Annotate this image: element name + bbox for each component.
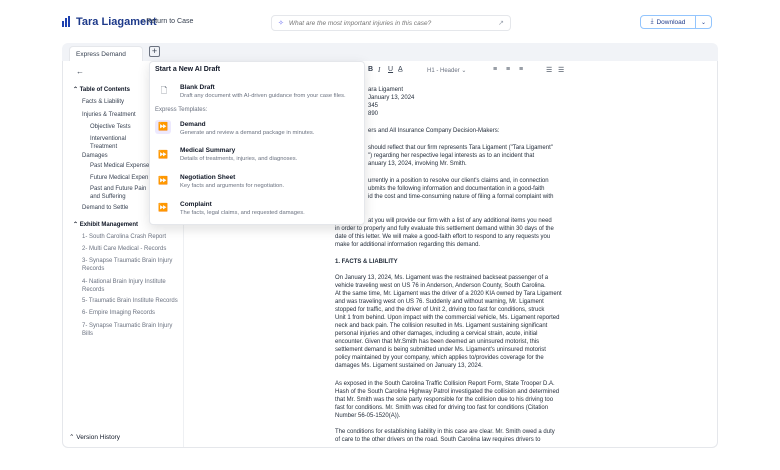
toc-item-pain-suffering[interactable]: Past and Future Pain and Suffering xyxy=(90,185,152,201)
toc-item-damages[interactable]: Damages xyxy=(82,153,108,159)
download-button-group[interactable]: ⤓ Download ⌄ xyxy=(640,15,712,29)
paragraph-line: Number 56-05-1520(A)). xyxy=(335,413,401,419)
align-center-icon[interactable]: ≡ xyxy=(506,66,510,73)
exhibit-item[interactable]: 2- Multi Care Medical - Records xyxy=(82,246,166,252)
template-negotiation-sheet[interactable]: Negotiation Sheet xyxy=(180,174,235,181)
toc-item-past-medical[interactable]: Past Medical Expense xyxy=(90,163,149,169)
chevron-down-icon[interactable]: ⌄ xyxy=(695,16,711,28)
download-button[interactable]: ⤓ Download xyxy=(641,16,695,28)
template-desc: Generate and review a demand package in … xyxy=(180,130,315,136)
italic-button[interactable]: I xyxy=(378,66,380,74)
exhibit-item[interactable]: 1- South Carolina Crash Report xyxy=(82,234,166,240)
toc-item-injuries[interactable]: Injuries & Treatment xyxy=(82,112,136,118)
letter-line: 890 xyxy=(368,111,379,117)
template-desc: Key facts and arguments for negotiation. xyxy=(180,183,285,189)
ai-search-bar[interactable]: ✧ ↗ xyxy=(271,15,511,31)
exhibit-item[interactable]: 4- National Brain Injury Institute Recor… xyxy=(82,278,177,294)
align-left-icon[interactable]: ≡ xyxy=(493,66,497,73)
top-bar: Tara Liagament ‹ Return to Case ✧ ↗ ⤓Dow… xyxy=(0,0,780,44)
section-heading: 1. FACTS & LIABILITY xyxy=(335,259,398,265)
salutation: ers and All Insurance Company Decision-M… xyxy=(368,128,500,134)
tab-bar xyxy=(62,43,718,61)
exhibit-toggle[interactable]: ⌃ Exhibit Management xyxy=(73,221,138,228)
bullet-list-icon[interactable]: ☰ xyxy=(546,66,552,74)
exhibit-item[interactable]: 5- Traumatic Brain Institute Records xyxy=(82,298,178,304)
text-color-icon[interactable]: A̲ xyxy=(398,66,403,73)
logo-icon xyxy=(62,16,71,27)
underline-button[interactable]: U xyxy=(388,66,393,73)
heading-style-select[interactable]: H1 - Header ⌄ xyxy=(427,67,466,74)
download-icon: ⤓ xyxy=(650,18,654,25)
template-desc: Details of treatments, injuries, and dia… xyxy=(180,156,298,162)
version-history-toggle[interactable]: ⌃ Version History xyxy=(69,433,120,441)
toc-toggle[interactable]: ⌃ Table of Contents xyxy=(73,86,130,93)
template-demand[interactable]: Demand xyxy=(180,121,206,128)
add-draft-button[interactable]: + xyxy=(149,46,160,57)
fast-forward-icon: ⏩ xyxy=(158,176,168,185)
external-link-icon[interactable]: ↗ xyxy=(498,19,504,27)
paragraph-line: of care to the other drivers on the road… xyxy=(335,437,541,443)
exhibit-item[interactable]: 3- Synapse Traumatic Brain Injury Record… xyxy=(82,257,174,273)
sparkle-icon: ✧ xyxy=(278,20,284,27)
template-desc: The facts, legal claims, and requested d… xyxy=(180,210,305,216)
return-to-case-link[interactable]: ‹ Return to Case xyxy=(142,18,193,25)
menu-title: Start a New AI Draft xyxy=(155,66,221,73)
template-complaint[interactable]: Complaint xyxy=(180,201,212,208)
paragraph-line: id the cost and time-consuming nature of… xyxy=(368,194,554,200)
paragraph-line: anuary 13, 2024, involving Mr. Smith. xyxy=(368,161,467,167)
bold-button[interactable]: B xyxy=(368,66,373,73)
fast-forward-icon: ⏩ xyxy=(158,150,168,159)
toc-item-demand-settle[interactable]: Demand to Settle xyxy=(82,205,128,211)
blank-draft-desc: Draft any document with AI-driven guidan… xyxy=(180,93,346,99)
exhibit-item[interactable]: 6- Empire Imaging Records xyxy=(82,310,155,316)
fast-forward-icon: ⏩ xyxy=(158,203,168,212)
fast-forward-icon: ⏩ xyxy=(158,122,168,131)
paragraph-line: make for additional information regardin… xyxy=(335,242,481,248)
collapse-sidebar-icon[interactable]: ← xyxy=(76,67,84,76)
toc-item-interventional[interactable]: Interventional Treatment xyxy=(90,135,145,151)
editor-toolbar: B I U A̲ H1 - Header ⌄ ≡ ≡ ≡ ☰ ☰ xyxy=(350,66,580,78)
toc-item-objective-tests[interactable]: Objective Tests xyxy=(90,124,131,130)
exhibit-item[interactable]: 7- Synapse Traumatic Brain Injury Bills xyxy=(82,322,174,338)
align-right-icon[interactable]: ≡ xyxy=(519,66,523,73)
blank-document-icon: 🗋 xyxy=(160,86,168,95)
toc-item-future-medical[interactable]: Future Medical Expen xyxy=(90,175,148,181)
blank-draft-option[interactable]: Blank Draft xyxy=(180,84,215,91)
numbered-list-icon[interactable]: ☰ xyxy=(558,66,564,74)
search-input[interactable] xyxy=(288,19,499,27)
toc-item-facts[interactable]: Facts & Liability xyxy=(82,99,124,105)
template-medical-summary[interactable]: Medical Summary xyxy=(180,147,235,154)
express-templates-label: Express Templates: xyxy=(155,107,208,113)
paragraph-line: damages Ms. Ligament sustained on Januar… xyxy=(335,363,483,369)
tab-express-demand[interactable]: Express Demand xyxy=(69,46,143,61)
